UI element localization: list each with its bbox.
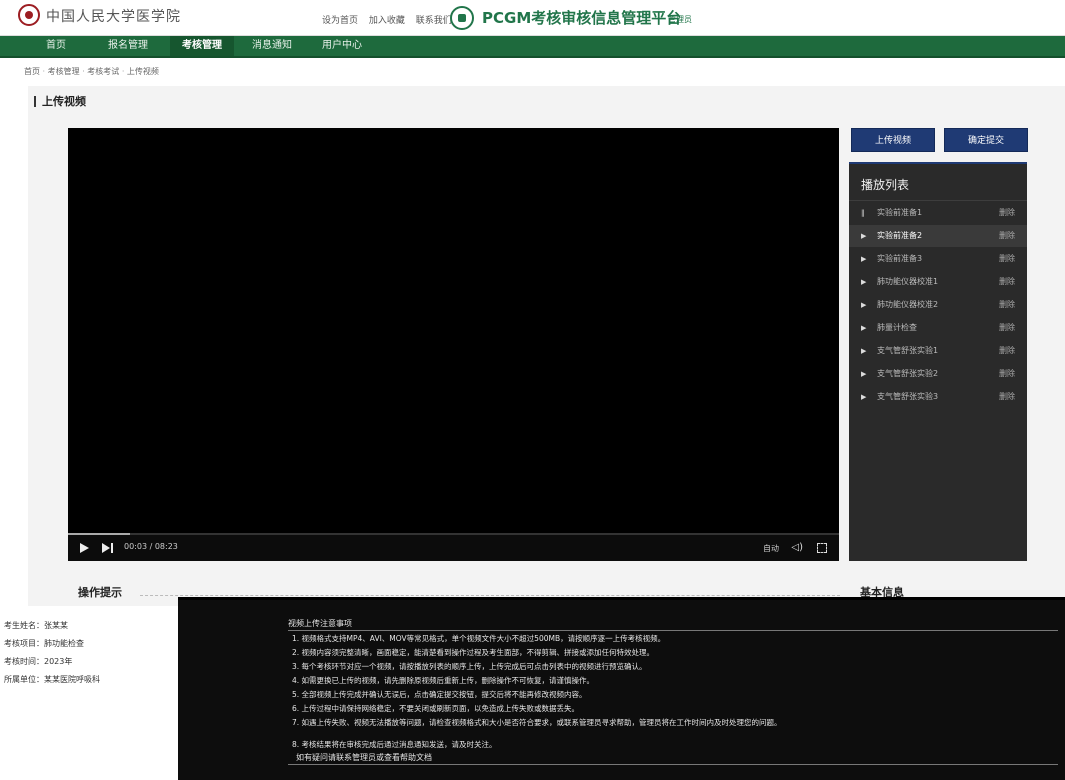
play-icon: ▶	[861, 393, 867, 401]
playlist-item[interactable]: ▶ 实验前准备3 删除	[849, 248, 1027, 270]
video-controls: 00:03 / 08:23 自动 ◁)	[68, 533, 839, 561]
info-line: 考生姓名：张某某	[4, 621, 68, 630]
note-item: 7. 如遇上传失败、视频无法播放等问题，请检查视频格式和大小是否符合要求，或联系…	[292, 718, 782, 727]
top-links: 设为首页 加入收藏 联系我们	[322, 13, 460, 26]
notes-title: 视频上传注意事项	[288, 619, 352, 628]
divider	[288, 630, 1058, 631]
nav-item-messages[interactable]: 消息通知	[240, 36, 304, 56]
playlist-item-name: 支气管舒张实验3	[877, 392, 939, 401]
delete-button[interactable]: 删除	[999, 225, 1015, 247]
playlist-title: 播放列表	[861, 178, 910, 192]
nav-item-registration[interactable]: 报名管理	[96, 36, 160, 56]
auto-quality-toggle[interactable]: 自动	[763, 543, 779, 554]
fullscreen-icon[interactable]	[817, 543, 827, 553]
main-nav: 首页 报名管理 考核管理 消息通知 用户中心	[0, 36, 1065, 58]
playlist-item[interactable]: ‖ 实验前准备1 删除	[849, 202, 1027, 224]
breadcrumb: 首页 考核管理 考核考试 上传视频	[24, 66, 159, 77]
top-link[interactable]: 加入收藏	[369, 16, 405, 26]
note-item: 5. 全部视频上传完成并确认无误后，点击确定提交按钮，提交后将不能再修改视频内容…	[292, 690, 587, 699]
play-icon: ▶	[861, 324, 867, 332]
school-name: 中国人民大学医学院	[46, 9, 181, 25]
note-item: 1. 视频格式支持MP4、AVI、MOV等常见格式，单个视频文件大小不超过500…	[292, 634, 666, 643]
delete-button[interactable]: 删除	[999, 248, 1015, 270]
delete-button[interactable]: 删除	[999, 271, 1015, 293]
pause-icon: ‖	[861, 209, 865, 217]
playlist-item-name: 支气管舒张实验2	[877, 369, 939, 378]
note-item: 2. 视频内容须完整清晰，画面稳定，能清楚看到操作过程及考生面部，不得剪辑、拼接…	[292, 648, 655, 657]
playlist-item[interactable]: ▶ 实验前准备2 删除	[849, 225, 1027, 247]
divider	[288, 764, 1058, 765]
brand-title: PCGM考核审核信息管理平台	[482, 9, 682, 27]
divider	[140, 595, 840, 596]
info-line: 考核时间：2023年	[4, 657, 73, 666]
note-item: 4. 如需更换已上传的视频，请先删除原视频后重新上传，删除操作不可恢复，请谨慎操…	[292, 676, 595, 685]
delete-button[interactable]: 删除	[999, 202, 1015, 224]
notes-panel: 视频上传注意事项 1. 视频格式支持MP4、AVI、MOV等常见格式，单个视频文…	[178, 600, 1065, 780]
playlist-item-name: 肺量计检查	[877, 323, 917, 332]
playlist-item-name: 实验前准备2	[877, 231, 923, 240]
playlist-item[interactable]: ▶ 肺量计检查 删除	[849, 317, 1027, 339]
info-line: 所属单位：某某医院呼吸科	[4, 675, 100, 684]
playlist-item[interactable]: ▶ 支气管舒张实验3 删除	[849, 386, 1027, 408]
video-progress-fill	[68, 533, 130, 535]
upload-video-button[interactable]: 上传视频	[851, 128, 935, 152]
confirm-submit-button[interactable]: 确定提交	[944, 128, 1028, 152]
page-title: 上传视频	[34, 96, 86, 107]
brand-subtitle: 管理员	[668, 15, 692, 24]
playlist-panel: 播放列表 ‖ 实验前准备1 删除 ▶ 实验前准备2 删除 ▶ 实验前准备3 删除 ▶ 肺功能仪器校准…	[849, 162, 1027, 561]
notes-footer: 如有疑问请联系管理员或查看帮助文档	[296, 753, 432, 762]
school-logo-icon	[18, 4, 40, 26]
playlist-item[interactable]: ▶ 支气管舒张实验2 删除	[849, 363, 1027, 385]
info-line: 考核项目：肺功能检查	[4, 639, 84, 648]
nav-item-user-center[interactable]: 用户中心	[310, 36, 374, 56]
playlist-item[interactable]: ▶ 肺功能仪器校准2 删除	[849, 294, 1027, 316]
breadcrumb-item[interactable]: 考核管理	[43, 67, 80, 76]
breadcrumb-item[interactable]: 首页	[24, 67, 40, 76]
nav-item-exam[interactable]: 考核管理	[170, 36, 234, 56]
note-item: 3. 每个考核环节对应一个视频，请按播放列表的顺序上传，上传完成后可点击列表中的…	[292, 662, 647, 671]
delete-button[interactable]: 删除	[999, 317, 1015, 339]
top-link[interactable]: 设为首页	[322, 16, 358, 26]
left-info-column: 考生姓名：张某某 考核项目：肺功能检查 考核时间：2023年 所属单位：某某医院…	[0, 610, 178, 780]
playlist-item-name: 肺功能仪器校准1	[877, 277, 939, 286]
delete-button[interactable]: 删除	[999, 363, 1015, 385]
next-icon[interactable]	[102, 543, 114, 553]
brand-logo-icon	[450, 6, 474, 30]
playlist-item-name: 支气管舒张实验1	[877, 346, 939, 355]
video-time: 00:03 / 08:23	[124, 542, 178, 551]
breadcrumb-item: 上传视频	[122, 67, 159, 76]
play-icon[interactable]	[80, 543, 89, 553]
playlist-item[interactable]: ▶ 支气管舒张实验1 删除	[849, 340, 1027, 362]
play-icon: ▶	[861, 255, 867, 263]
playlist-item-name: 实验前准备1	[877, 208, 923, 217]
play-icon: ▶	[861, 370, 867, 378]
volume-icon[interactable]: ◁)	[791, 543, 803, 553]
breadcrumb-item[interactable]: 考核考试	[82, 67, 119, 76]
tips-title: 操作提示	[78, 586, 122, 599]
note-item: 8. 考核结果将在审核完成后通过消息通知发送，请及时关注。	[292, 740, 497, 749]
video-player[interactable]: 00:03 / 08:23 自动 ◁)	[68, 128, 839, 561]
playlist-item[interactable]: ▶ 肺功能仪器校准1 删除	[849, 271, 1027, 293]
video-progress-bar[interactable]	[68, 533, 839, 535]
nav-item-home[interactable]: 首页	[34, 36, 78, 56]
delete-button[interactable]: 删除	[999, 294, 1015, 316]
play-icon: ▶	[861, 301, 867, 309]
divider	[849, 200, 1027, 201]
play-icon: ▶	[861, 278, 867, 286]
top-link[interactable]: 联系我们	[416, 16, 452, 26]
play-icon: ▶	[861, 232, 867, 240]
delete-button[interactable]: 删除	[999, 340, 1015, 362]
playlist-item-name: 肺功能仪器校准2	[877, 300, 939, 309]
play-icon: ▶	[861, 347, 867, 355]
playlist-item-name: 实验前准备3	[877, 254, 923, 263]
delete-button[interactable]: 删除	[999, 386, 1015, 408]
note-item: 6. 上传过程中请保持网络稳定，不要关闭或刷新页面，以免造成上传失败或数据丢失。	[292, 704, 580, 713]
top-header: 中国人民大学医学院 设为首页 加入收藏 联系我们 PCGM考核审核信息管理平台 …	[0, 0, 1065, 36]
